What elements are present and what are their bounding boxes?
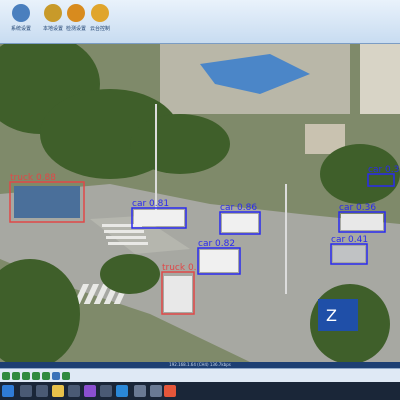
car-vehicle-4 xyxy=(341,214,383,230)
camera-scene: Z truck 0.88 car 0.81 car 0.86 car 0.82 … xyxy=(0,44,400,362)
detection-label: car 0.82 xyxy=(198,239,235,249)
taskbar-app-icon[interactable] xyxy=(150,385,162,397)
zoom-icon[interactable] xyxy=(52,372,60,380)
fullscreen-icon[interactable] xyxy=(62,372,70,380)
light-pole-right xyxy=(285,184,287,294)
car-vehicle-3 xyxy=(200,250,238,272)
browser-e-icon[interactable] xyxy=(116,385,128,397)
snapshot-icon[interactable] xyxy=(42,372,50,380)
car-vehicle-2 xyxy=(222,214,258,232)
taskbar-app-icon[interactable] xyxy=(20,385,32,397)
ptz-control-button[interactable]: 云台控制 xyxy=(81,2,119,40)
detection-label: car 0.41 xyxy=(331,235,368,245)
os-taskbar xyxy=(0,382,400,400)
start-menu-icon[interactable] xyxy=(2,385,14,397)
taskbar-app-icon[interactable] xyxy=(100,385,112,397)
car-vehicle-1 xyxy=(134,210,184,226)
ptz-control-label: 云台控制 xyxy=(89,26,110,32)
truck-vehicle xyxy=(14,186,80,218)
chrome-icon[interactable] xyxy=(164,385,176,397)
play-icon[interactable] xyxy=(2,372,10,380)
main-toolbar: 系统设置 本地设置 检测设置 云台控制 xyxy=(0,0,400,44)
settings-gear-icon xyxy=(12,4,30,22)
playback-controls xyxy=(0,368,400,382)
folder-icon[interactable] xyxy=(52,385,64,397)
taskbar-app-icon[interactable] xyxy=(36,385,48,397)
stop-icon[interactable] xyxy=(22,372,30,380)
truck-vehicle-2 xyxy=(164,276,192,312)
visual-studio-icon[interactable] xyxy=(84,385,96,397)
road-sign xyxy=(318,299,358,331)
detection-label: car 0.81 xyxy=(132,199,169,209)
video-feed[interactable]: Z truck 0.88 car 0.81 car 0.86 car 0.82 … xyxy=(0,44,400,362)
road-sign-text: Z xyxy=(326,306,337,325)
ptz-control-icon xyxy=(91,4,109,22)
detection-label: car 0.36 xyxy=(339,203,376,213)
detection-label: truck 0. xyxy=(162,263,197,273)
detection-label: truck 0.88 xyxy=(10,173,56,183)
building-right xyxy=(360,44,400,114)
pause-icon[interactable] xyxy=(12,372,20,380)
detection-label: car 0.3 xyxy=(368,165,399,175)
car-vehicle-5 xyxy=(333,246,365,262)
taskbar-app-icon[interactable] xyxy=(68,385,80,397)
detection-label: car 0.86 xyxy=(220,203,257,213)
taskbar-app-icon[interactable] xyxy=(134,385,146,397)
record-icon[interactable] xyxy=(32,372,40,380)
